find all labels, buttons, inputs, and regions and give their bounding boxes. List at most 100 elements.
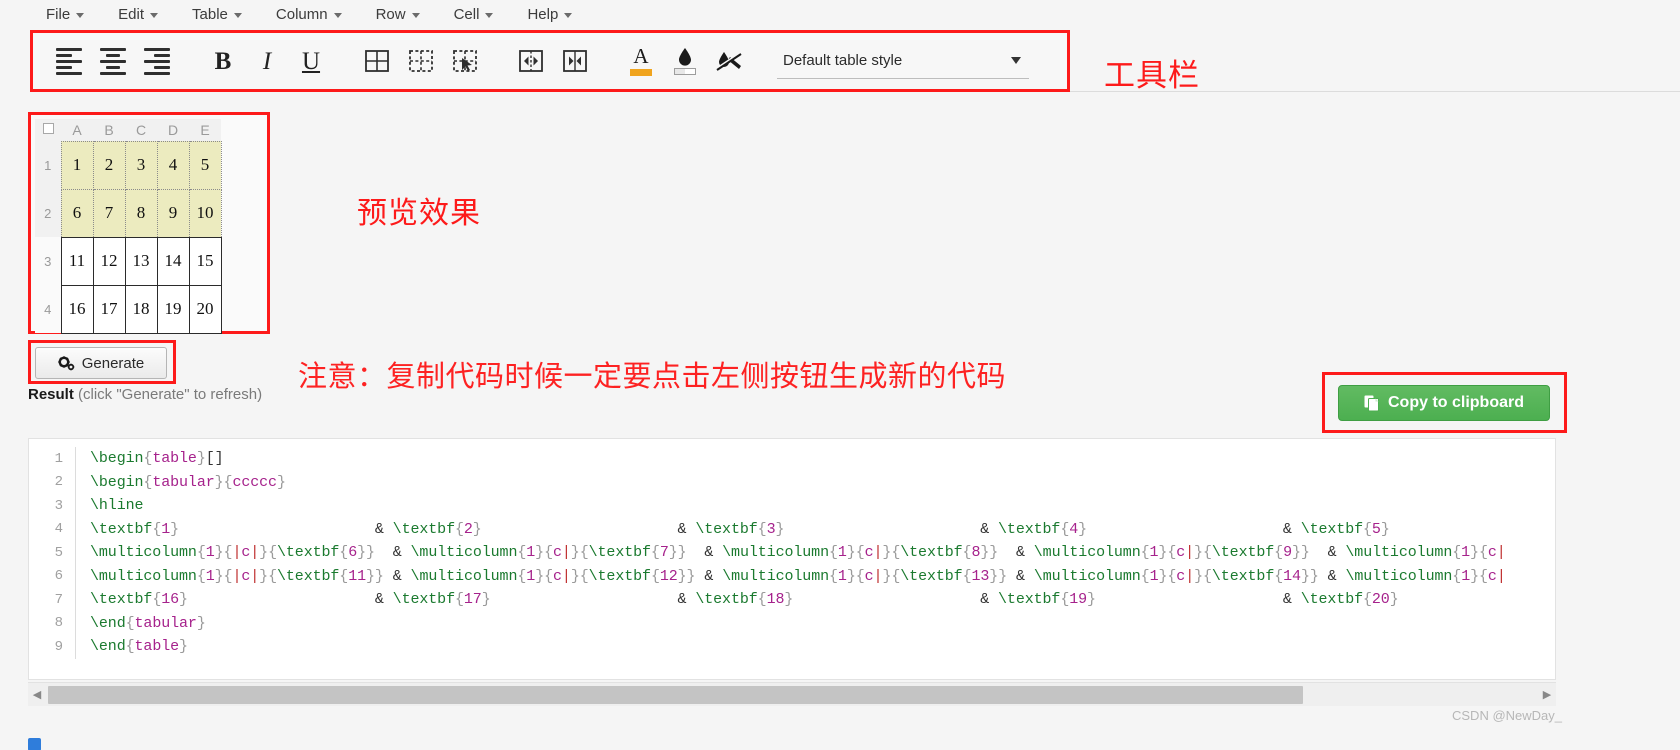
grid-cell-b1[interactable]: 2 bbox=[92, 140, 126, 190]
code-row: 9 \end{table} bbox=[29, 635, 1557, 659]
table-style-select[interactable]: Default table style bbox=[777, 43, 1029, 79]
table-row: 4 16 17 18 19 20 bbox=[35, 284, 222, 334]
code-line-1: \begin{table}[] bbox=[90, 450, 224, 468]
grid-cell-d3[interactable]: 14 bbox=[156, 236, 190, 286]
table-preview-highlight-box: A B C D E 1 1 2 3 4 5 2 6 7 8 9 10 3 11 … bbox=[28, 112, 270, 334]
grid-cell-a2[interactable]: 6 bbox=[60, 188, 94, 238]
menu-item-row[interactable]: Row bbox=[374, 4, 422, 25]
scroll-left-arrow-icon[interactable]: ◀ bbox=[28, 688, 46, 701]
chevron-down-icon bbox=[1011, 57, 1021, 64]
text-color-button[interactable]: A bbox=[619, 39, 663, 83]
menu-item-cell[interactable]: Cell bbox=[452, 4, 496, 25]
grid-cell-d2[interactable]: 9 bbox=[156, 188, 190, 238]
grid-cell-e3[interactable]: 15 bbox=[188, 236, 222, 286]
grid-cell-e4[interactable]: 20 bbox=[188, 284, 222, 334]
line-number: 3 bbox=[54, 497, 63, 514]
grid-cell-d4[interactable]: 19 bbox=[156, 284, 190, 334]
no-borders-button[interactable] bbox=[399, 39, 443, 83]
app-root: File Edit Table Column Row Cell Help B I… bbox=[0, 0, 1680, 750]
row-header-1[interactable]: 1 bbox=[35, 141, 61, 189]
code-line-8: \end{tabular} bbox=[90, 614, 206, 632]
code-row: 3 \hline bbox=[29, 494, 1557, 518]
line-number: 2 bbox=[54, 474, 63, 491]
grid-cell-b3[interactable]: 12 bbox=[92, 236, 126, 286]
code-line-3: \hline bbox=[90, 497, 144, 515]
menu-item-file-label: File bbox=[46, 5, 71, 23]
align-center-button[interactable] bbox=[91, 39, 135, 83]
bold-button[interactable]: B bbox=[201, 39, 245, 83]
merge-cells-icon bbox=[519, 50, 543, 72]
align-left-button[interactable] bbox=[47, 39, 91, 83]
menu-item-table[interactable]: Table bbox=[190, 4, 244, 25]
menu-item-edit-label: Edit bbox=[118, 5, 145, 23]
align-left-icon bbox=[56, 47, 82, 75]
scrollbar-thumb[interactable] bbox=[48, 685, 1303, 704]
clear-formatting-button[interactable] bbox=[707, 39, 751, 83]
gutter-divider bbox=[75, 564, 76, 588]
grid-cell-c4[interactable]: 18 bbox=[124, 284, 158, 334]
copy-to-clipboard-label: Copy to clipboard bbox=[1388, 394, 1524, 411]
grid-cell-a1[interactable]: 1 bbox=[60, 140, 94, 190]
toolbar: B I U A Default table style bbox=[33, 33, 1067, 89]
generate-button[interactable]: Generate bbox=[35, 347, 167, 379]
row-header-2[interactable]: 2 bbox=[35, 189, 61, 237]
grid-cell-c1[interactable]: 3 bbox=[124, 140, 158, 190]
line-number: 5 bbox=[54, 544, 63, 561]
latex-code-editor[interactable]: 1 \begin{table}[] 2 \begin{tabular}{cccc… bbox=[28, 438, 1556, 680]
column-header-a[interactable]: A bbox=[61, 119, 93, 141]
code-row: 4 \textbf{1} & \textbf{2} & \textbf{3} &… bbox=[29, 517, 1557, 541]
menu-item-edit[interactable]: Edit bbox=[116, 4, 160, 25]
copy-to-clipboard-button[interactable]: Copy to clipboard bbox=[1338, 385, 1550, 421]
split-cells-button[interactable] bbox=[553, 39, 597, 83]
custom-borders-button[interactable] bbox=[443, 39, 487, 83]
clear-formatting-icon bbox=[716, 51, 742, 71]
column-header-c[interactable]: C bbox=[125, 119, 157, 141]
grid-cell-b4[interactable]: 17 bbox=[92, 284, 126, 334]
menu-item-help[interactable]: Help bbox=[525, 4, 574, 25]
column-header-e[interactable]: E bbox=[189, 119, 221, 141]
horizontal-scrollbar[interactable]: ◀ ▶ bbox=[28, 682, 1556, 706]
grid-cell-e1[interactable]: 5 bbox=[188, 140, 222, 190]
italic-button[interactable]: I bbox=[245, 39, 289, 83]
copy-highlight-box: Copy to clipboard bbox=[1322, 372, 1567, 433]
menu-item-help-label: Help bbox=[527, 5, 559, 23]
gutter-divider bbox=[75, 447, 76, 471]
line-number: 9 bbox=[54, 638, 63, 655]
align-right-icon bbox=[144, 47, 170, 75]
grid-cell-e2[interactable]: 10 bbox=[188, 188, 222, 238]
grid-cell-d1[interactable]: 4 bbox=[156, 140, 190, 190]
gutter-divider bbox=[75, 470, 76, 494]
grid-cell-a3[interactable]: 11 bbox=[60, 236, 94, 286]
underline-button[interactable]: U bbox=[289, 39, 333, 83]
footer-checkbox[interactable] bbox=[28, 738, 41, 750]
spreadsheet-grid[interactable]: A B C D E 1 1 2 3 4 5 2 6 7 8 9 10 3 11 … bbox=[35, 119, 222, 334]
grid-cell-b2[interactable]: 7 bbox=[92, 188, 126, 238]
gutter-divider bbox=[75, 517, 76, 541]
grid-cell-c2[interactable]: 8 bbox=[124, 188, 158, 238]
select-all-cell[interactable] bbox=[35, 119, 61, 141]
code-area[interactable]: 1 \begin{table}[] 2 \begin{tabular}{cccc… bbox=[29, 447, 1557, 662]
gutter-divider bbox=[75, 588, 76, 612]
row-header-3[interactable]: 3 bbox=[35, 237, 61, 285]
code-line-5: \multicolumn{1}{|c|}{\textbf{6}} & \mult… bbox=[90, 544, 1506, 562]
column-header-b[interactable]: B bbox=[93, 119, 125, 141]
column-header-d[interactable]: D bbox=[157, 119, 189, 141]
menu-item-file[interactable]: File bbox=[44, 4, 86, 25]
merge-cells-button[interactable] bbox=[509, 39, 553, 83]
gutter-divider bbox=[75, 611, 76, 635]
grid-cell-a4[interactable]: 16 bbox=[60, 284, 94, 334]
generate-button-label: Generate bbox=[81, 354, 145, 372]
grid-cell-c3[interactable]: 13 bbox=[124, 236, 158, 286]
table-row: 2 6 7 8 9 10 bbox=[35, 188, 222, 238]
row-header-4[interactable]: 4 bbox=[35, 285, 61, 333]
align-right-button[interactable] bbox=[135, 39, 179, 83]
footer-partial-row bbox=[28, 738, 49, 750]
chevron-down-icon bbox=[150, 13, 159, 18]
code-line-7: \textbf{16} & \textbf{17} & \textbf{18} … bbox=[90, 591, 1399, 609]
all-borders-button[interactable] bbox=[355, 39, 399, 83]
menu-item-column[interactable]: Column bbox=[274, 4, 344, 25]
select-all-checkbox[interactable] bbox=[42, 123, 54, 134]
scroll-right-arrow-icon[interactable]: ▶ bbox=[1538, 688, 1556, 701]
droplet-icon bbox=[679, 48, 691, 66]
fill-color-button[interactable] bbox=[663, 39, 707, 83]
